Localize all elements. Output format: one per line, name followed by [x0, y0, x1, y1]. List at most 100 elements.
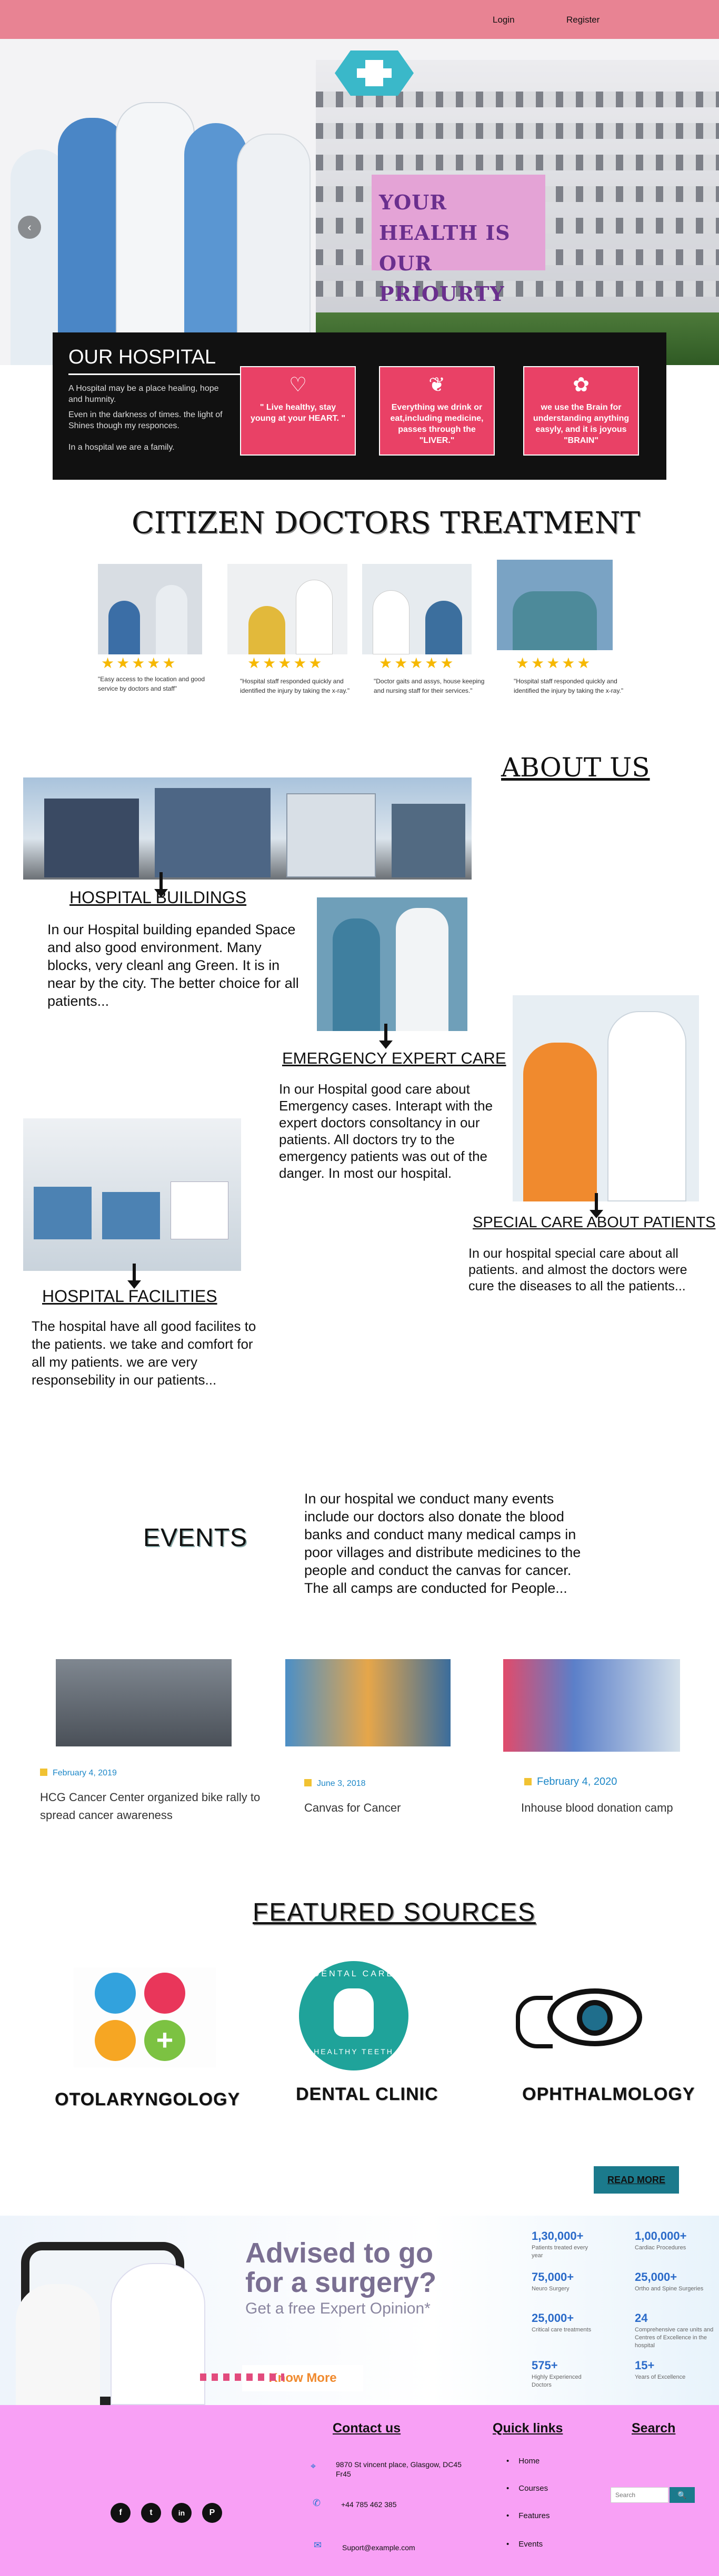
event-date-3: February 4, 2020 [524, 1776, 617, 1788]
hospital-cross-logo-icon [335, 50, 414, 96]
review-caption-2: "Hospital staff responded quickly and id… [240, 678, 350, 694]
buildings-arrow-icon [154, 872, 168, 897]
quick-link-home[interactable]: Home [506, 2457, 540, 2466]
event-photo-1 [56, 1659, 232, 1746]
eye-stethoscope-icon [516, 1985, 647, 2056]
events-intro: In our hospital we conduct many events i… [304, 1491, 581, 1596]
site-footer: f t in P Contact us ⌖ 9870 St vincent pl… [0, 2405, 719, 2576]
location-pin-icon: ⌖ [311, 2461, 316, 2471]
stat-value-5: 25,000+ [532, 2311, 574, 2325]
event-title-3[interactable]: Inhouse blood donation camp [521, 1799, 673, 1817]
our-hospital-panel: OUR HOSPITAL A Hospital may be a place h… [53, 332, 666, 480]
treatment-title: CITIZEN DOCTORS TREATMENT [132, 506, 640, 540]
tooth-icon: DENTAL CARE HEALTHY TEETH [299, 1961, 408, 2070]
special-care-arrow-icon [590, 1193, 603, 1218]
treatment-photo-2 [227, 564, 347, 654]
treatment-photo-4 [497, 560, 613, 650]
hospital-buildings-photo [23, 777, 472, 880]
facebook-icon[interactable]: f [111, 2503, 131, 2523]
slider-prev-icon[interactable]: ‹ [18, 216, 41, 239]
brain-box-text: we use the Brain for understanding anyth… [533, 403, 630, 445]
emergency-text: In our Hospital good care about Emergenc… [279, 1081, 493, 1181]
heart-pulse-icon: ♡ [288, 374, 307, 396]
special-care-photo [513, 995, 699, 1201]
review-caption-3: "Doctor gaits and assys, house keeping a… [374, 678, 485, 694]
event-title-1[interactable]: HCG Cancer Center organized bike rally t… [40, 1789, 261, 1824]
event-title-2[interactable]: Canvas for Cancer [304, 1799, 401, 1817]
contact-email[interactable]: Suport@example.com [342, 2543, 415, 2552]
event-date-2: June 3, 2018 [304, 1779, 366, 1789]
phone-icon: ✆ [313, 2498, 321, 2508]
quick-links-heading: Quick links [493, 2421, 563, 2436]
featured-title: FEATURED SOURCES [253, 1898, 536, 1926]
pinterest-icon[interactable]: P [202, 2503, 222, 2523]
heart-box-text: " Live healthy, stay young at your HEART… [250, 403, 346, 423]
read-more-button[interactable]: READ MORE [594, 2166, 679, 2194]
advised-headline-2: for a surgery? [245, 2267, 437, 2298]
doctor-female-image [16, 2284, 100, 2405]
slider-dots[interactable] [200, 2373, 284, 2381]
feature-label-dental-clinic[interactable]: DENTAL CLINIC [296, 2084, 438, 2105]
panel-line-2: Even in the darkness of times. the light… [68, 410, 223, 430]
stat-label-5: Critical care treatments [532, 2327, 592, 2333]
rating-stars-2: ★★★★★ [247, 655, 324, 671]
brain-box: ✿ we use the Brain for understanding any… [523, 366, 639, 456]
stats-grid: 1,30,000+ Patients treated every year 1,… [507, 2221, 719, 2400]
linkedin-icon[interactable]: in [172, 2503, 192, 2523]
top-navbar: Login Register [0, 0, 719, 39]
feature-label-otolaryngology[interactable]: OTOLARYNGOLOGY [55, 2089, 240, 2110]
about-title: ABOUT US [501, 752, 650, 783]
feature-label-ophthalmology[interactable]: OPHTHALMOLOGY [522, 2084, 695, 2105]
login-link[interactable]: Login [493, 15, 515, 25]
ent-organs-icon: + [74, 1967, 216, 2067]
event-photo-2 [285, 1659, 451, 1746]
review-caption-4: "Hospital staff responded quickly and id… [514, 678, 624, 694]
register-link[interactable]: Register [566, 15, 600, 25]
buildings-text: In our Hospital building epanded Space a… [47, 922, 299, 1009]
surgery-opinion-banner: Advised to go for a surgery? Get a free … [0, 2216, 719, 2405]
special-care-heading: SPECIAL CARE ABOUT PATIENTS [473, 1214, 716, 1231]
stat-label-7: Highly Experienced Doctors [532, 2374, 582, 2388]
quick-link-features[interactable]: Features [506, 2511, 550, 2520]
dental-badge-bottom: HEALTHY TEETH [314, 2047, 394, 2056]
doctors-group-image [0, 60, 326, 365]
panel-line-3: In a hospital we are a family. [68, 443, 175, 452]
search-input[interactable] [611, 2487, 668, 2503]
slogan-line-2: OUR PRIOURTY [379, 251, 505, 306]
quick-link-events[interactable]: Events [506, 2540, 543, 2549]
doctor-male-image [111, 2263, 205, 2405]
stat-value-1: 1,30,000+ [532, 2229, 584, 2242]
stat-label-3: Neuro Surgery [532, 2286, 570, 2292]
email-icon: ✉ [314, 2540, 322, 2550]
search-button[interactable]: 🔍 [670, 2487, 695, 2503]
hero-banner: YOUR HEALTH IS OUR PRIOURTY ‹ [0, 39, 719, 365]
slogan-line-1: YOUR HEALTH IS [379, 190, 511, 245]
dental-badge-top: DENTAL CARE [313, 1969, 395, 1978]
panel-title: OUR HOSPITAL [68, 346, 216, 368]
hospital-facilities-photo [23, 1118, 241, 1271]
stat-label-4: Ortho and Spine Surgeries [635, 2286, 704, 2292]
emergency-heading: EMERGENCY EXPERT CARE [282, 1049, 506, 1067]
stat-label-8: Years of Excellence [635, 2374, 686, 2380]
stat-value-6: 24 [635, 2311, 648, 2325]
facilities-text: The hospital have all good facilites to … [32, 1318, 256, 1388]
heart-box: ♡ " Live healthy, stay young at your HEA… [240, 366, 356, 456]
stat-label-6: Comprehensive care units and Centres of … [635, 2327, 714, 2349]
search-heading: Search [632, 2421, 676, 2436]
rating-stars-3: ★★★★★ [379, 655, 456, 671]
stat-value-2: 1,00,000+ [635, 2229, 687, 2242]
treatment-photo-1 [98, 564, 202, 654]
quick-link-courses[interactable]: Courses [506, 2484, 548, 2493]
event-date-1: February 4, 2019 [40, 1769, 117, 1778]
review-caption-1: "Easy access to the location and good se… [98, 675, 205, 692]
contact-heading: Contact us [333, 2421, 401, 2436]
event-photo-3 [503, 1659, 680, 1752]
twitter-icon[interactable]: t [141, 2503, 161, 2523]
brain-icon: ✿ [573, 374, 590, 396]
treatment-photo-3 [362, 564, 472, 654]
advised-subline: Get a free Expert Opinion* [245, 2300, 431, 2317]
contact-address: 9870 St vincent place, Glasgow, DC45 Fr4… [336, 2460, 462, 2478]
stat-value-4: 25,000+ [635, 2270, 677, 2284]
liver-box-text: Everything we drink or eat,including med… [390, 403, 484, 445]
stat-value-7: 575+ [532, 2359, 558, 2372]
